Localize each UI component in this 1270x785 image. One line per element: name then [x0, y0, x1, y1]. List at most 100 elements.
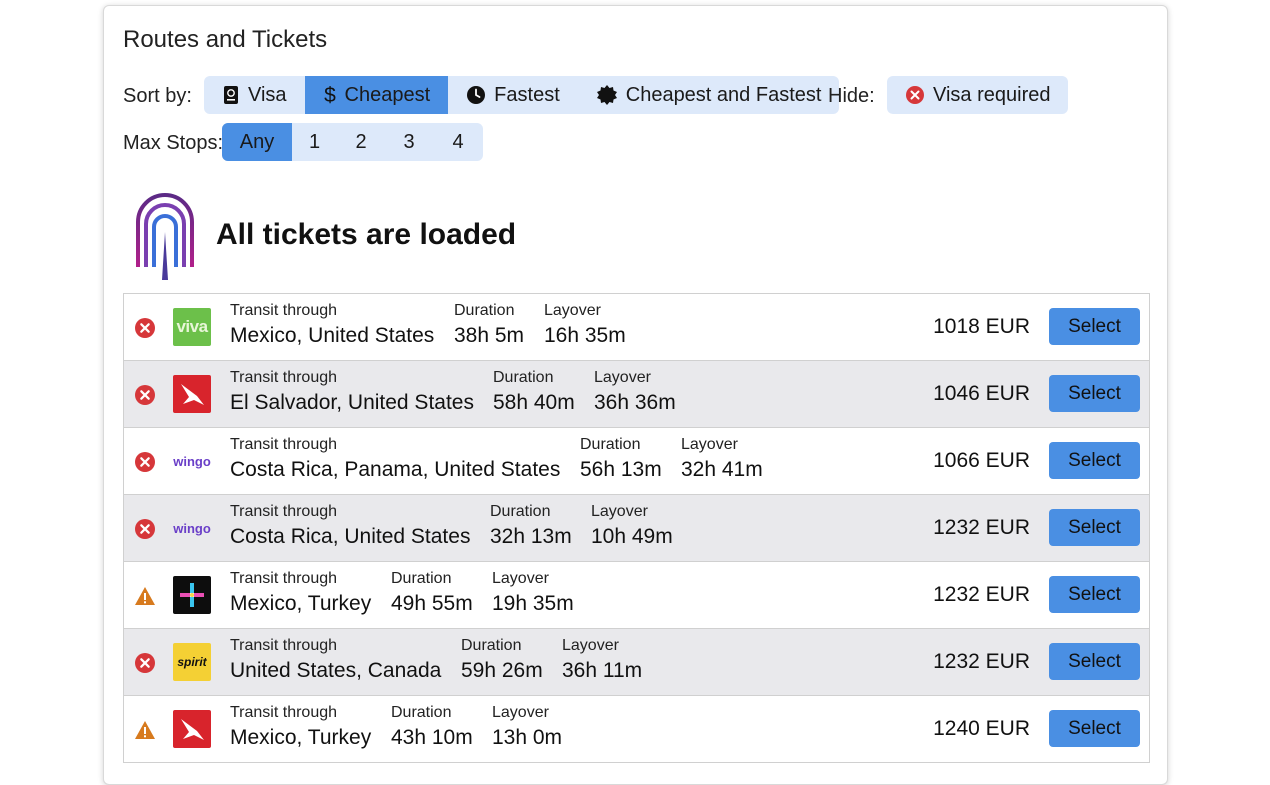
ticket-row: Transit through Mexico, Turkey Duration 43h… [123, 696, 1150, 763]
transit-through: Transit through United States, Canada [230, 637, 441, 683]
visa-required-icon [134, 652, 156, 674]
sort-option-cheapest-and-fastest[interactable]: Cheapest and Fastest [578, 76, 840, 114]
duration: Duration 59h 26m [461, 637, 543, 683]
status-message: All tickets are loaded [216, 218, 517, 251]
warning-icon [134, 585, 156, 607]
ticket-row: wingo Transit through Costa Rica, United S… [123, 495, 1150, 562]
airline-logo-wingo: wingo [173, 453, 211, 469]
ticket-price: 1046 EUR [933, 382, 1030, 405]
layover-value: 32h 41m [681, 458, 763, 481]
tickets-list: viva Transit through Mexico, United States… [123, 293, 1150, 763]
layover-label: Layover [681, 436, 738, 453]
transit-through-value: United States, Canada [230, 659, 442, 682]
max-stops-option-any[interactable]: Any [222, 123, 292, 161]
transit-through-value: Mexico, Turkey [230, 726, 372, 749]
airline-logo-avianca [173, 710, 211, 748]
hide-option-label: Visa required [933, 83, 1051, 106]
select-ticket-button[interactable]: Select [1049, 375, 1140, 412]
max-stops-options: Any 1 2 3 4 [222, 123, 483, 161]
page-title: Routes and Tickets [123, 26, 328, 53]
transit-through-label: Transit through [230, 503, 338, 520]
ticket-row: Transit through Mexico, Turkey Duration 49h… [123, 562, 1150, 629]
layover-label: Layover [594, 369, 651, 386]
transit-through-label: Transit through [230, 570, 338, 587]
hide-visa-required-toggle[interactable]: Visa required [887, 76, 1068, 114]
ticket-row: spirit Transit through United States, Cana… [123, 629, 1150, 696]
duration-label: Duration [490, 503, 551, 520]
layover-value: 10h 49m [591, 525, 673, 548]
duration: Duration 58h 40m [493, 369, 575, 415]
hide-options: Visa required [887, 76, 1069, 114]
layover: Layover 32h 41m [681, 436, 763, 482]
duration-value: 32h 13m [490, 525, 572, 548]
dollar-icon: $ [323, 84, 337, 106]
airline-logo-spirit: spirit [173, 643, 211, 681]
duration-label: Duration [580, 436, 641, 453]
max-stops-option-2[interactable]: 2 [337, 123, 385, 161]
transit-through-value: El Salvador, United States [230, 391, 474, 414]
layover-value: 36h 11m [562, 659, 643, 682]
ticket-row: viva Transit through Mexico, United States… [123, 294, 1150, 361]
layover: Layover 36h 36m [594, 369, 676, 415]
visa-required-icon [134, 451, 156, 473]
duration-value: 43h 10m [391, 726, 473, 749]
transit-through: Transit through Mexico, Turkey [230, 704, 371, 750]
max-stops-option-3[interactable]: 3 [385, 123, 433, 161]
sort-option-cheapest[interactable]: $ Cheapest [304, 76, 449, 114]
transit-through-label: Transit through [230, 637, 338, 654]
transit-through-value: Costa Rica, Panama, United States [230, 458, 561, 481]
layover: Layover 19h 35m [492, 570, 574, 616]
duration-value: 58h 40m [493, 391, 575, 414]
layover: Layover 13h 0m [492, 704, 562, 750]
ticket-price: 1232 EUR [933, 650, 1030, 673]
select-ticket-button[interactable]: Select [1049, 442, 1140, 479]
max-stops-label: Max Stops: [123, 132, 224, 154]
transit-through-label: Transit through [230, 704, 338, 721]
sort-option-label: Cheapest [344, 83, 431, 106]
sort-option-label: Fastest [494, 83, 560, 106]
sort-options: Visa $ Cheapest Fastest Cheapest and Fastest [204, 76, 840, 114]
layover-label: Layover [492, 570, 549, 587]
duration: Duration 56h 13m [580, 436, 662, 482]
max-stops-option-1[interactable]: 1 [292, 123, 337, 161]
clock-icon [466, 85, 486, 105]
duration-label: Duration [391, 570, 452, 587]
transit-through-label: Transit through [230, 436, 338, 453]
transit-through-label: Transit through [230, 302, 338, 319]
layover-label: Layover [544, 302, 601, 319]
sort-option-visa[interactable]: Visa [204, 76, 305, 114]
sort-option-label: Visa [248, 83, 287, 106]
select-ticket-button[interactable]: Select [1049, 710, 1140, 747]
ticket-price: 1232 EUR [933, 583, 1030, 606]
ticket-row: Transit through El Salvador, United State… [123, 361, 1150, 428]
transit-through: Transit through Costa Rica, United States [230, 503, 470, 549]
transit-through: Transit through Mexico, Turkey [230, 570, 371, 616]
ticket-row: wingo Transit through Costa Rica, Panama, … [123, 428, 1150, 495]
visa-required-icon [134, 317, 156, 339]
passport-icon [222, 85, 240, 105]
select-ticket-button[interactable]: Select [1049, 643, 1140, 680]
duration-label: Duration [391, 704, 452, 721]
duration: Duration 38h 5m [454, 302, 524, 348]
select-ticket-button[interactable]: Select [1049, 308, 1140, 345]
layover-value: 16h 35m [544, 324, 626, 347]
ticket-price: 1018 EUR [933, 315, 1030, 338]
max-stops-option-4[interactable]: 4 [433, 123, 483, 161]
transit-through-value: Costa Rica, United States [230, 525, 471, 548]
airline-logo-cross [173, 576, 211, 614]
hide-label: Hide: [828, 85, 875, 107]
visa-required-icon [134, 384, 156, 406]
duration-value: 56h 13m [580, 458, 662, 481]
duration-label: Duration [454, 302, 515, 319]
layover-label: Layover [591, 503, 648, 520]
layover-label: Layover [562, 637, 619, 654]
layover: Layover 16h 35m [544, 302, 626, 348]
select-ticket-button[interactable]: Select [1049, 576, 1140, 613]
sort-label: Sort by: [123, 85, 192, 107]
ticket-price: 1066 EUR [933, 449, 1030, 472]
transit-through: Transit through El Salvador, United State… [230, 369, 474, 415]
sort-option-label: Cheapest and Fastest [625, 83, 822, 106]
sort-option-fastest[interactable]: Fastest [448, 76, 578, 114]
select-ticket-button[interactable]: Select [1049, 509, 1140, 546]
svg-text:$: $ [324, 84, 336, 106]
